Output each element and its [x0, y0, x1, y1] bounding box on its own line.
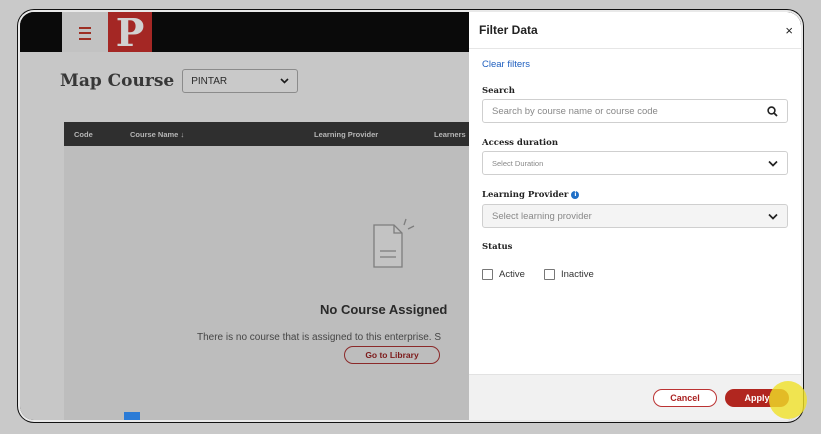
cancel-button[interactable]: Cancel	[653, 389, 717, 407]
chevron-down-icon	[768, 160, 778, 167]
search-placeholder: Search by course name or course code	[492, 105, 658, 117]
filter-panel-title: Filter Data	[479, 23, 538, 37]
access-duration-select[interactable]: Select Duration	[482, 151, 788, 175]
access-duration-placeholder: Select Duration	[492, 158, 544, 168]
device-frame: P Map Course PINTAR Code Course Name ↓ L…	[20, 12, 801, 420]
checkbox-box[interactable]	[544, 269, 555, 280]
status-label: Status	[482, 242, 513, 252]
cursor-highlight	[769, 381, 807, 419]
filter-panel: Filter Data × Clear filters Search Searc…	[469, 12, 801, 420]
search-icon[interactable]	[767, 105, 778, 117]
close-icon[interactable]: ×	[785, 23, 793, 38]
chevron-down-icon	[768, 213, 778, 220]
checkbox-box[interactable]	[482, 269, 493, 280]
status-active-checkbox[interactable]: Active	[482, 269, 525, 280]
filter-panel-header: Filter Data ×	[469, 12, 801, 49]
filter-panel-footer: Cancel Apply	[469, 374, 801, 420]
status-inactive-checkbox[interactable]: Inactive	[544, 269, 594, 280]
search-input[interactable]: Search by course name or course code	[482, 99, 788, 123]
learning-provider-select[interactable]: Select learning provider	[482, 204, 788, 228]
clear-filters-link[interactable]: Clear filters	[482, 59, 530, 70]
learning-provider-label-text: Learning Provider	[482, 190, 569, 200]
status-inactive-label: Inactive	[561, 269, 594, 280]
access-duration-label: Access duration	[482, 138, 558, 148]
screen: P Map Course PINTAR Code Course Name ↓ L…	[20, 12, 801, 420]
scroll-indicator	[124, 412, 140, 420]
learning-provider-placeholder: Select learning provider	[492, 210, 592, 222]
modal-backdrop[interactable]	[20, 12, 470, 420]
status-active-label: Active	[499, 269, 525, 280]
info-icon[interactable]: i	[571, 191, 580, 199]
learning-provider-label: Learning Provider i	[482, 190, 580, 200]
search-label: Search	[482, 86, 515, 96]
